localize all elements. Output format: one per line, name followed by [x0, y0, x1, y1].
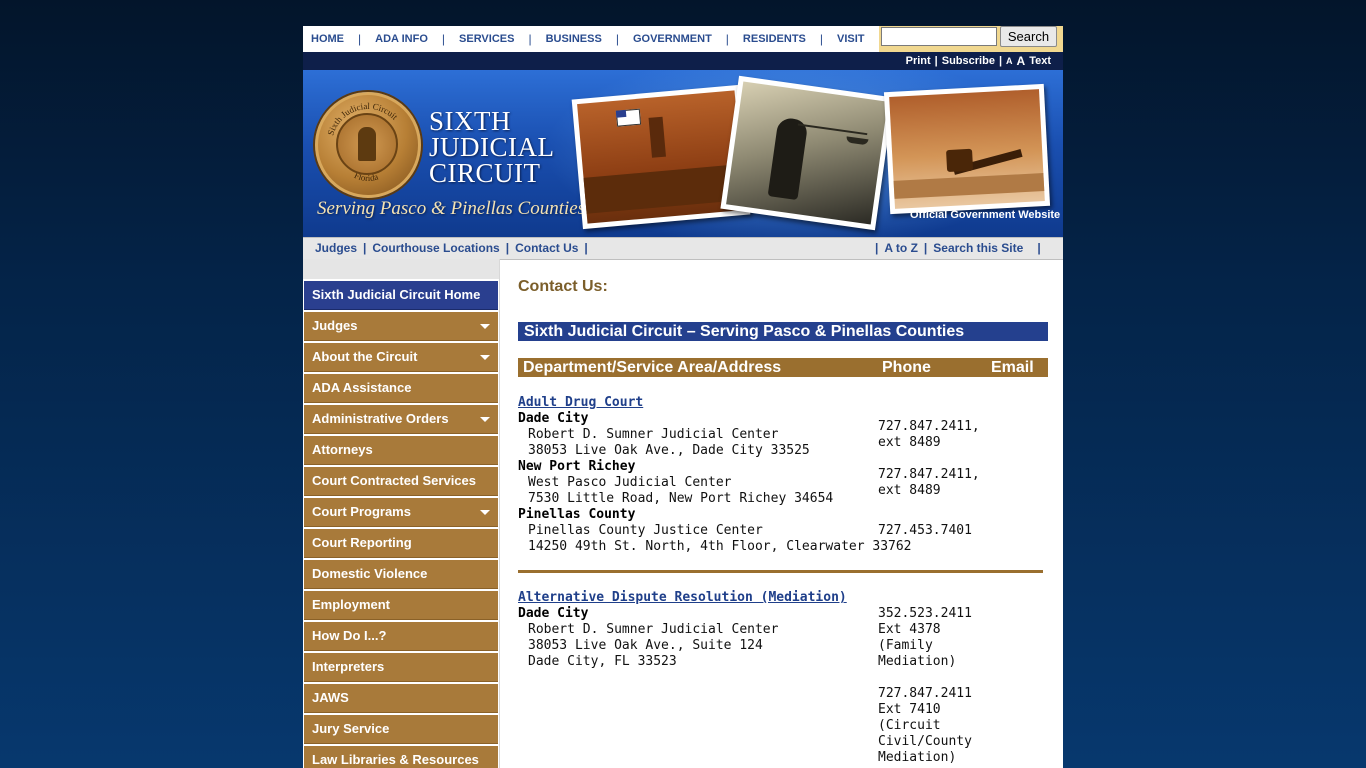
- sidebar-item-label: Administrative Orders: [312, 411, 449, 426]
- column-header-email: Email: [991, 359, 1034, 376]
- circuit-seal-logo: Sixth Judicial Circuit Florida: [315, 92, 421, 198]
- location-address: Robert D. Sumner Judicial Center 38053 L…: [528, 427, 810, 458]
- adult-drug-court-link[interactable]: Adult Drug Court: [518, 395, 643, 410]
- page: HOME | ADA INFO | SERVICES | BUSINESS | GOVE…: [303, 26, 1063, 768]
- circuit-header-text: Sixth Judicial Circuit – Serving Pasco &…: [524, 323, 965, 340]
- nav-residents[interactable]: RESIDENTS: [743, 33, 806, 45]
- sidebar-item[interactable]: ADA Assistance: [304, 374, 498, 403]
- subnav-a-to-z[interactable]: A to Z: [884, 241, 918, 255]
- sidebar-item-label: Court Reporting: [312, 535, 412, 550]
- nav-ada-info[interactable]: ADA INFO: [375, 33, 428, 45]
- site-title-line: CIRCUIT: [429, 158, 541, 188]
- search-button[interactable]: Search: [1000, 26, 1057, 47]
- sidebar-item-label: About the Circuit: [312, 349, 418, 364]
- subnav-search-this-site[interactable]: Search this Site: [933, 241, 1023, 255]
- page-title: Contact Us:: [518, 278, 608, 295]
- sidebar-item[interactable]: Attorneys: [304, 436, 498, 465]
- separator: |: [998, 55, 1003, 67]
- sidebar-item[interactable]: Domestic Violence: [304, 560, 498, 589]
- site-tagline: Serving Pasco & Pinellas Counties: [317, 198, 586, 219]
- sidebar-item-label: Court Contracted Services: [312, 473, 476, 488]
- sidebar-item[interactable]: Judges: [304, 312, 498, 341]
- location-address: Robert D. Sumner Judicial Center 38053 L…: [528, 622, 779, 669]
- sidebar-item[interactable]: Court Contracted Services: [304, 467, 498, 496]
- nav-government[interactable]: GOVERNMENT: [633, 33, 712, 45]
- nav-home[interactable]: HOME: [311, 33, 344, 45]
- sidebar-item-label: Domestic Violence: [312, 566, 428, 581]
- nav-business[interactable]: BUSINESS: [546, 33, 602, 45]
- sidebar-item[interactable]: How Do I...?: [304, 622, 498, 651]
- lady-justice-figure-icon: [358, 127, 376, 161]
- search-input[interactable]: [881, 27, 997, 46]
- sidebar-item[interactable]: Employment: [304, 591, 498, 620]
- print-link[interactable]: Print: [906, 55, 931, 67]
- chevron-down-icon[interactable]: [480, 324, 490, 329]
- site-banner: Sixth Judicial Circuit Florida SIXTH JUD…: [303, 70, 1063, 237]
- table-header: Department/Service Area/Address Phone Em…: [518, 358, 1048, 377]
- sidebar-item[interactable]: JAWS: [304, 684, 498, 713]
- site-title-line: SIXTH: [429, 106, 511, 136]
- separator: |: [934, 55, 938, 67]
- text-size-label: Text: [1029, 55, 1051, 67]
- sidebar-item[interactable]: Interpreters: [304, 653, 498, 682]
- sidebar-item-label: Judges: [312, 318, 358, 333]
- nav-services[interactable]: SERVICES: [459, 33, 514, 45]
- location-name: Dade City: [518, 411, 589, 426]
- location-phone: 727.847.2411, ext 8489: [878, 419, 980, 450]
- sidebar-item[interactable]: About the Circuit: [304, 343, 498, 372]
- text-size-large-button[interactable]: A: [1017, 54, 1026, 68]
- location-phone: 727.847.2411, ext 8489: [878, 467, 980, 498]
- circuit-header-bar: Sixth Judicial Circuit – Serving Pasco &…: [518, 322, 1048, 341]
- location-address: Pinellas County Justice Center 14250 49t…: [528, 523, 912, 554]
- sidebar-menu: Sixth Judicial Circuit Home Judges About t…: [303, 281, 499, 768]
- lady-justice-photo: [720, 75, 894, 231]
- sidebar-item[interactable]: Jury Service: [304, 715, 498, 744]
- subnav-courthouse-locations[interactable]: Courthouse Locations: [372, 241, 499, 255]
- site-title-line: JUDICIAL: [429, 132, 555, 162]
- chevron-down-icon[interactable]: [480, 510, 490, 515]
- sidebar-item[interactable]: Court Reporting: [304, 529, 498, 558]
- location-name: Pinellas County: [518, 507, 636, 522]
- chevron-down-icon[interactable]: [480, 355, 490, 360]
- text-size-small-button[interactable]: A: [1006, 56, 1013, 66]
- sidebar-item-label: ADA Assistance: [312, 380, 412, 395]
- subnav-judges[interactable]: Judges: [315, 241, 357, 255]
- official-website-label: Official Government Website: [910, 209, 1061, 221]
- sidebar-top-spacer: [303, 259, 499, 279]
- sidebar-item-label: Court Programs: [312, 504, 411, 519]
- sidebar-item-label: Attorneys: [312, 442, 373, 457]
- sidebar-item[interactable]: Law Libraries & Resources: [304, 746, 498, 768]
- location-phone: 352.523.2411 Ext 4378 (Family Mediation)…: [878, 606, 972, 765]
- location-name: New Port Richey: [518, 459, 636, 474]
- sidebar-item[interactable]: Court Programs: [304, 498, 498, 527]
- secondary-navigation: Judges | Courthouse Locations | Contact Us…: [303, 237, 1063, 260]
- sidebar-item-label: Sixth Judicial Circuit Home: [312, 287, 481, 302]
- location-phone: 727.453.7401: [878, 523, 972, 538]
- top-navigation: HOME | ADA INFO | SERVICES | BUSINESS | GOVE…: [303, 26, 1063, 53]
- location-name: Dade City: [518, 606, 589, 621]
- section-divider: [518, 570, 1043, 573]
- gavel-photo: [883, 83, 1051, 215]
- location-address: West Pasco Judicial Center 7530 Little R…: [528, 475, 834, 506]
- alternative-dispute-resolution-link[interactable]: Alternative Dispute Resolution (Mediatio…: [518, 590, 847, 605]
- column-header-department: Department/Service Area/Address: [523, 359, 782, 376]
- search-area: Search: [879, 26, 1063, 53]
- sidebar-item-label: Interpreters: [312, 659, 385, 674]
- nav-visit[interactable]: VISIT: [837, 33, 865, 45]
- sidebar-item-label: Law Libraries & Resources: [312, 752, 479, 767]
- sidebar-item-label: JAWS: [312, 690, 349, 705]
- sidebar-item[interactable]: Administrative Orders: [304, 405, 498, 434]
- main-content: Contact Us: Sixth Judicial Circuit – Ser…: [518, 259, 1048, 768]
- sidebar-item-label: Employment: [312, 597, 391, 612]
- utility-bar: Print | Subscribe | A A Text: [303, 52, 1063, 70]
- sidebar-item-label: Jury Service: [312, 721, 390, 736]
- sidebar: Sixth Judicial Circuit Home Judges About t…: [303, 259, 500, 768]
- subnav-contact-us[interactable]: Contact Us: [515, 241, 578, 255]
- chevron-down-icon[interactable]: [480, 417, 490, 422]
- sidebar-item-label: How Do I...?: [312, 628, 387, 643]
- subscribe-link[interactable]: Subscribe: [942, 55, 995, 67]
- column-header-phone: Phone: [882, 359, 931, 376]
- sidebar-item[interactable]: Sixth Judicial Circuit Home: [304, 281, 498, 310]
